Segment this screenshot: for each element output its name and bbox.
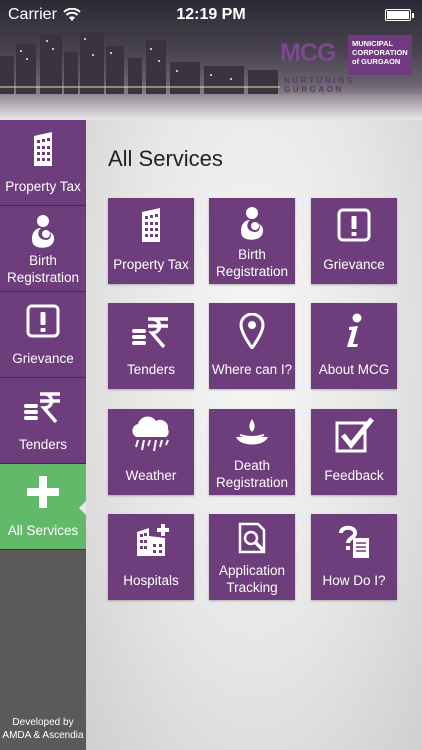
- tile-label: Application Tracking: [218, 563, 286, 595]
- sidebar-item-label: Property Tax: [5, 179, 81, 194]
- tile-label: Hospitals: [123, 573, 179, 588]
- tile-birth-registration[interactable]: Birth Registration: [209, 198, 295, 284]
- tile-where-can-i[interactable]: Where can I?: [209, 303, 295, 389]
- logo-mcg-text: MCG: [280, 39, 336, 67]
- diya-lamp-icon: [236, 419, 268, 445]
- tile-about-mcg[interactable]: About MCG: [311, 303, 397, 389]
- sidebar-item-all-services[interactable]: All Services: [0, 464, 87, 550]
- sidebar-item-label: Grievance: [12, 351, 74, 366]
- sidebar-item-birth-registration[interactable]: Birth Registration: [0, 206, 86, 292]
- sidebar-item-label: Birth Registration: [6, 253, 80, 285]
- rupee-coins-icon: [132, 317, 168, 349]
- tile-label: Weather: [125, 468, 177, 483]
- sidebar-item-label: All Services: [7, 523, 79, 538]
- mother-baby-icon: [240, 207, 264, 240]
- tile-label: Feedback: [324, 468, 384, 483]
- tile-label: Birth Registration: [215, 247, 289, 279]
- rupee-coins-icon: [24, 392, 60, 424]
- tile-death-registration[interactable]: Death Registration: [209, 409, 295, 495]
- plus-icon: [27, 476, 59, 508]
- tile-weather[interactable]: Weather: [108, 409, 194, 495]
- exclamation-icon: [26, 304, 60, 338]
- tile-label: Where can I?: [211, 362, 293, 377]
- tile-label: About MCG: [318, 362, 390, 377]
- tile-tenders[interactable]: Tenders: [108, 303, 194, 389]
- location-pin-icon: [239, 313, 265, 349]
- checkbox-icon: [335, 417, 374, 453]
- wifi-icon: [63, 8, 81, 21]
- building-icon: [142, 208, 160, 242]
- sidebar: Property Tax Birth Registration Grievanc…: [0, 120, 87, 750]
- mother-baby-icon: [31, 215, 55, 248]
- tile-property-tax[interactable]: Property Tax: [108, 198, 194, 284]
- sidebar-item-tenders[interactable]: Tenders: [0, 378, 86, 464]
- tile-label: Tenders: [126, 362, 176, 377]
- hospital-icon: [137, 524, 169, 556]
- battery-icon: [385, 9, 414, 21]
- rain-cloud-icon: [132, 416, 169, 452]
- developer-credit: Developed by AMDA & Ascendia: [2, 717, 84, 741]
- page-title: All Services: [108, 146, 223, 171]
- logo-box-text: MUNICIPAL CORPORATION of GURGAON: [348, 35, 412, 75]
- tile-application-tracking[interactable]: Application Tracking: [209, 514, 295, 600]
- carrier-label: Carrier: [8, 6, 57, 23]
- sidebar-item-grievance[interactable]: Grievance: [0, 292, 86, 378]
- info-icon: [347, 313, 362, 347]
- tile-label: Grievance: [323, 257, 385, 272]
- exclamation-icon: [337, 208, 371, 242]
- tile-label: Property Tax: [113, 257, 189, 272]
- ground-strip: [0, 94, 422, 120]
- header-banner: Carrier 12:19 PM MCG MUNICIPAL CORPORATI…: [0, 0, 422, 120]
- sidebar-item-label: Tenders: [18, 437, 68, 452]
- logo-tagline: NURTURING GURGAON: [284, 76, 356, 94]
- mcg-logo: MCG MUNICIPAL CORPORATION of GURGAON NUR…: [280, 33, 414, 94]
- tile-how-do-i[interactable]: How Do I?: [311, 514, 397, 600]
- tile-grievance[interactable]: Grievance: [311, 198, 397, 284]
- status-bar: Carrier 12:19 PM: [0, 0, 422, 30]
- tile-label: Death Registration: [215, 458, 289, 490]
- question-document-icon: [339, 525, 369, 558]
- tile-hospitals[interactable]: Hospitals: [108, 514, 194, 600]
- sidebar-item-property-tax[interactable]: Property Tax: [0, 120, 86, 206]
- tile-label: How Do I?: [322, 573, 386, 588]
- building-icon: [34, 132, 52, 166]
- main-content: All Services Property Tax Birth Registra…: [86, 120, 422, 750]
- document-search-icon: [238, 522, 266, 554]
- tile-feedback[interactable]: Feedback: [311, 409, 397, 495]
